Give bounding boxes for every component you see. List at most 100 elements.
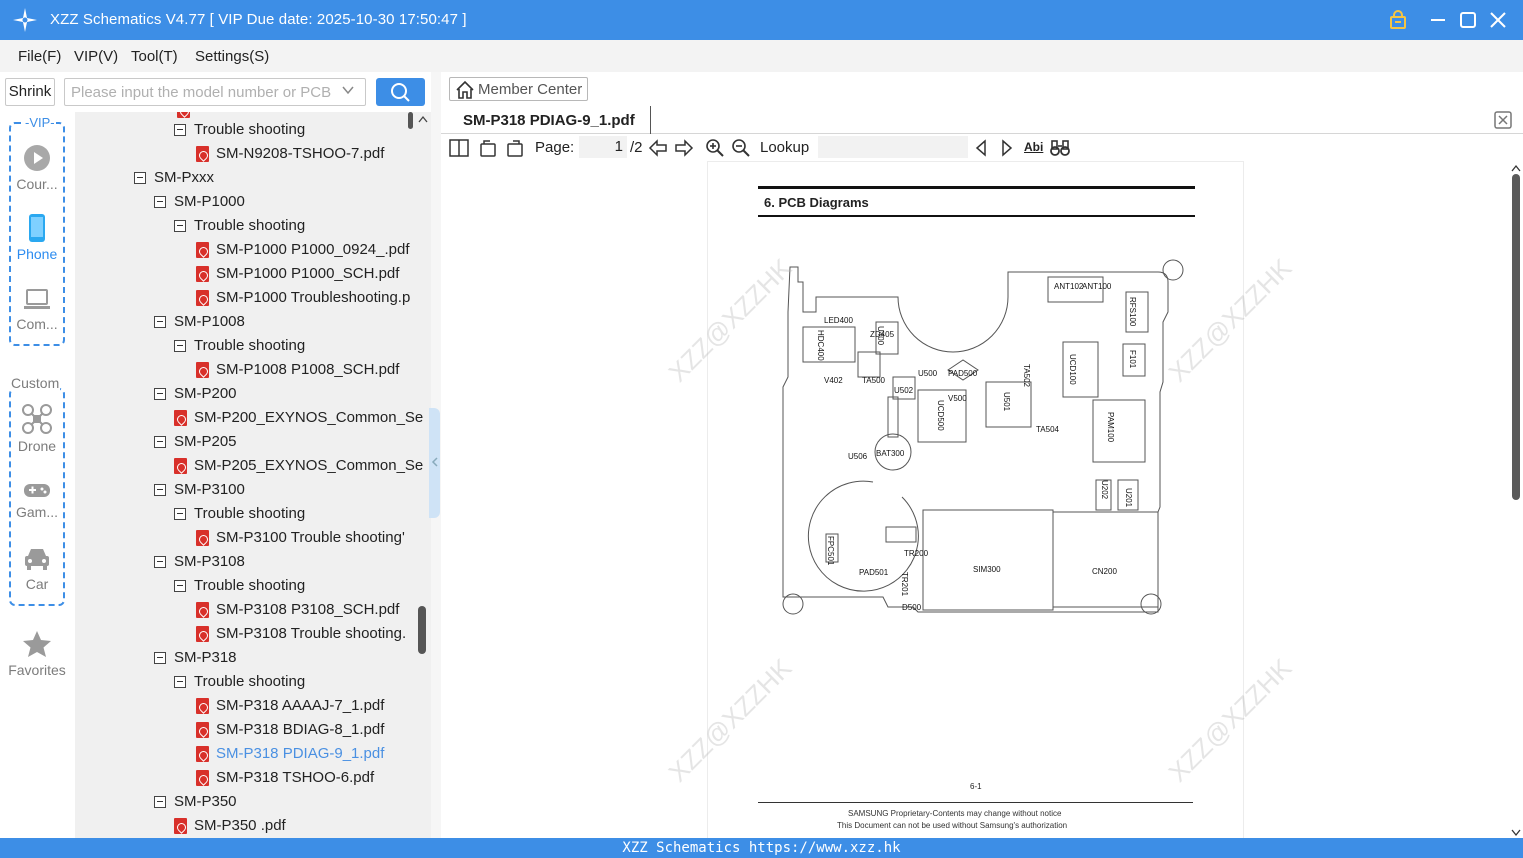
rotate-left-icon[interactable] <box>478 138 498 158</box>
scroll-down-icon[interactable] <box>1511 829 1521 837</box>
tree-file-item[interactable]: SM-P318 TSHOO-6.pdf <box>75 766 431 790</box>
tree-folder-item[interactable]: Trouble shooting <box>75 670 431 694</box>
menu-tool[interactable]: Tool(T) <box>131 48 178 65</box>
tree-file-item[interactable]: SM-P318 BDIAG-8_1.pdf <box>75 718 431 742</box>
tree-folder-item[interactable]: SM-P1000 <box>75 190 431 214</box>
search-button[interactable] <box>376 78 425 106</box>
arrow-right-icon[interactable] <box>673 138 695 158</box>
tree-file-item[interactable]: SM-P200_EXYNOS_Common_Se <box>75 406 431 430</box>
play-circle-icon <box>24 145 50 171</box>
chevron-down-icon[interactable] <box>341 83 355 97</box>
category-favorites[interactable]: Favorites <box>6 630 68 678</box>
category-phone[interactable]: Phone <box>6 214 68 262</box>
collapse-icon[interactable] <box>174 340 186 352</box>
collapse-icon[interactable] <box>154 796 166 808</box>
tree-folder-item[interactable]: Trouble shooting <box>75 334 431 358</box>
tree-folder-item[interactable]: Trouble shooting <box>75 574 431 598</box>
maximize-icon[interactable] <box>1456 8 1480 32</box>
tree-folder-item[interactable]: SM-P318 <box>75 646 431 670</box>
tree-file-item[interactable]: SM-P1000 P1000_SCH.pdf <box>75 262 431 286</box>
collapse-icon[interactable] <box>154 652 166 664</box>
close-icon[interactable] <box>1486 8 1510 32</box>
tree-folder-item[interactable]: SM-P205 <box>75 430 431 454</box>
sidebar-toggle-icon[interactable] <box>449 138 469 158</box>
find-next-icon[interactable] <box>999 138 1015 158</box>
tree-item-label: SM-P1000 <box>174 193 245 210</box>
tree-file-item[interactable]: SM-P1008 P1008_SCH.pdf <box>75 358 431 382</box>
laptop-icon <box>24 289 50 309</box>
collapse-icon[interactable] <box>174 220 186 232</box>
page-input[interactable]: 1 <box>579 136 627 158</box>
collapse-icon[interactable] <box>174 124 186 136</box>
tab-document[interactable]: SM-P318 PDIAG-9_1.pdf <box>445 106 651 134</box>
app-logo-icon <box>13 8 37 32</box>
tree-folder-item[interactable]: SM-P3100 <box>75 478 431 502</box>
tree-file-item[interactable]: SM-P1000 P1000_0924_.pdf <box>75 238 431 262</box>
collapse-icon[interactable] <box>154 388 166 400</box>
tree-scrollbar[interactable] <box>408 112 428 838</box>
arrow-left-icon[interactable] <box>647 138 669 158</box>
find-prev-icon[interactable] <box>973 138 989 158</box>
minimize-icon[interactable] <box>1426 8 1450 32</box>
tree-folder-item[interactable]: SM-P3108 <box>75 550 431 574</box>
doc-heading: 6. PCB Diagrams <box>764 195 869 210</box>
tree-folder-item[interactable]: SM-P350 <box>75 790 431 814</box>
menu-settings[interactable]: Settings(S) <box>195 48 269 65</box>
tree-file-item[interactable]: SM-P205_EXYNOS_Common_Se <box>75 454 431 478</box>
pane-splitter[interactable] <box>429 72 441 838</box>
binoculars-icon[interactable] <box>1049 138 1071 158</box>
shrink-button[interactable]: Shrink <box>5 78 55 106</box>
category-drone[interactable]: Drone <box>6 404 68 454</box>
tree-file-item[interactable]: SM-P350 .pdf <box>75 814 431 838</box>
category-courses[interactable]: Cour... <box>6 144 68 192</box>
menu-file[interactable]: File(F) <box>18 48 61 65</box>
tree-folder-item[interactable]: Trouble shooting <box>75 502 431 526</box>
collapse-icon[interactable] <box>174 676 186 688</box>
tree-file-item[interactable]: SM-N9208-TSHOO-7.pdf <box>75 142 431 166</box>
collapse-icon[interactable] <box>174 580 186 592</box>
lock-icon[interactable] <box>1386 8 1410 32</box>
tree-scroll-thumb[interactable] <box>418 606 426 654</box>
tree-hscroll-thumb[interactable] <box>408 112 413 129</box>
scroll-up-icon[interactable] <box>417 114 429 124</box>
collapse-icon[interactable] <box>154 484 166 496</box>
tree-file-item[interactable]: SM-P318 PDIAG-9_1.pdf <box>75 742 431 766</box>
window-title: XZZ Schematics V4.77 [ VIP Due date: 202… <box>50 11 467 28</box>
scroll-up-icon[interactable] <box>1511 164 1521 172</box>
search-input[interactable] <box>71 81 331 103</box>
lookup-input[interactable] <box>818 136 968 158</box>
pcb-component-label: TA502 <box>1022 364 1031 388</box>
collapse-icon[interactable] <box>154 196 166 208</box>
close-tab-icon[interactable] <box>1493 110 1513 130</box>
zoom-in-icon[interactable] <box>705 138 725 158</box>
tree-item-label: SM-P1000 Troubleshooting.p <box>216 289 411 306</box>
collapse-icon[interactable] <box>154 556 166 568</box>
zoom-out-icon[interactable] <box>731 138 751 158</box>
tree-folder-item[interactable]: Trouble shooting <box>75 118 431 142</box>
tree-file-item[interactable]: SM-P3108 P3108_SCH.pdf <box>75 598 431 622</box>
collapse-icon[interactable] <box>134 172 146 184</box>
tree-file-item[interactable]: SM-P3100 Trouble shooting' <box>75 526 431 550</box>
tree-file-item[interactable]: SM-P3108 Trouble shooting. <box>75 622 431 646</box>
collapse-icon[interactable] <box>154 436 166 448</box>
category-computer[interactable]: Com... <box>6 286 68 332</box>
tree-file-item[interactable]: SM-P318 AAAAJ-7_1.pdf <box>75 694 431 718</box>
pdf-icon <box>174 818 187 834</box>
tree-folder-item[interactable]: Trouble shooting <box>75 214 431 238</box>
viewer-scrollbar[interactable] <box>1509 162 1523 838</box>
pdf-icon <box>196 602 209 618</box>
menu-vip[interactable]: VIP(V) <box>74 48 118 65</box>
tree-file-item[interactable]: SM-P1000 Troubleshooting.p <box>75 286 431 310</box>
collapse-icon[interactable] <box>154 316 166 328</box>
category-car[interactable]: Car <box>6 546 68 592</box>
viewer-scroll-thumb[interactable] <box>1512 174 1520 500</box>
tree-folder-item[interactable]: SM-P1008 <box>75 310 431 334</box>
tree-folder-item[interactable]: SM-Pxxx <box>75 166 431 190</box>
tree-folder-item[interactable]: SM-P200 <box>75 382 431 406</box>
vip-group-label: -VIP- <box>24 115 56 130</box>
member-center-button[interactable]: Member Center <box>449 77 588 101</box>
collapse-icon[interactable] <box>174 508 186 520</box>
rotate-right-icon[interactable] <box>505 138 525 158</box>
category-game[interactable]: Gam... <box>6 480 68 520</box>
match-case-icon[interactable]: Abi <box>1024 140 1043 154</box>
